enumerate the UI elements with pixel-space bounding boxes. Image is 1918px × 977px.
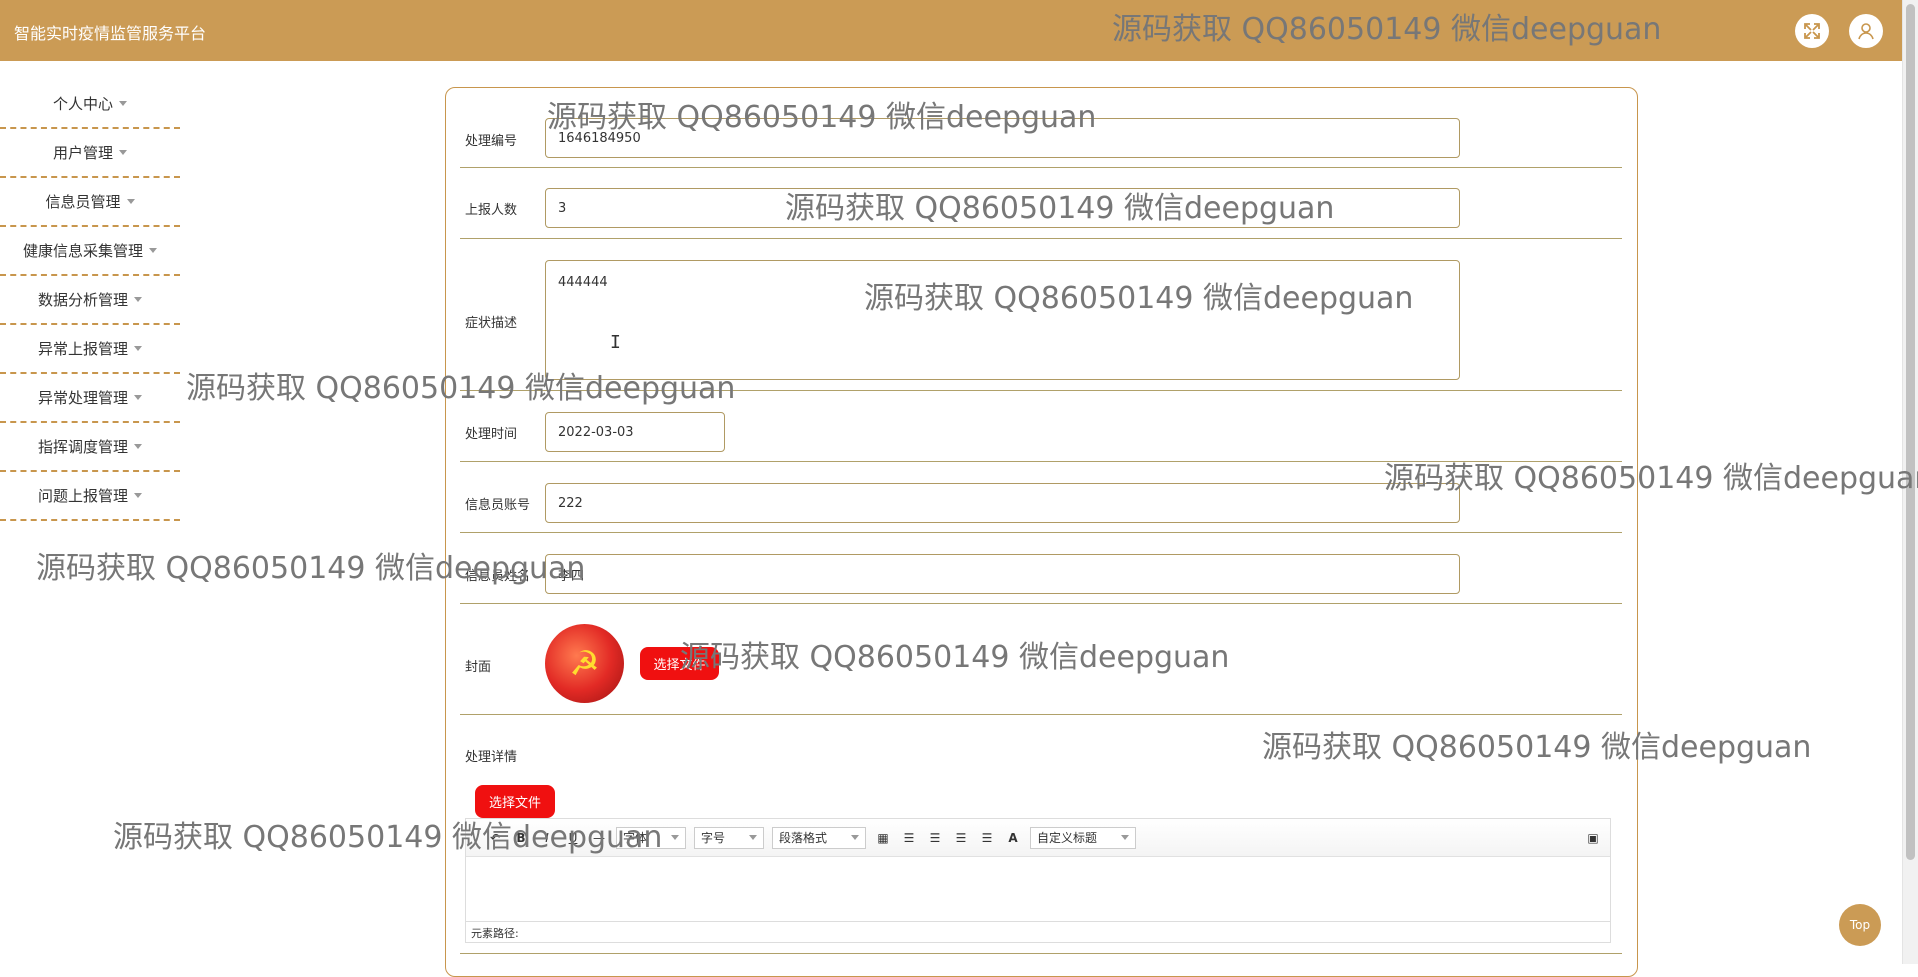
align-left-icon[interactable]: ☰: [900, 828, 918, 848]
sidebar-item-exception-report[interactable]: 异常上报管理: [0, 325, 180, 374]
sidebar-item-label: 健康信息采集管理: [22, 242, 143, 260]
chevron-down-icon: [149, 248, 157, 253]
chevron-down-icon: [1121, 835, 1130, 840]
chevron-down-icon: [119, 150, 127, 155]
sidebar-item-label: 指挥调度管理: [37, 438, 128, 456]
chevron-down-icon: [134, 297, 142, 302]
table-icon[interactable]: ▦: [874, 828, 892, 848]
paragraph-format-select[interactable]: 段落格式: [772, 826, 867, 849]
informant-name-field[interactable]: 李四: [545, 554, 1460, 594]
sidebar-item-analysis[interactable]: 数据分析管理: [0, 276, 180, 325]
scrollbar-thumb[interactable]: [1906, 4, 1915, 860]
sidebar-item-label: 异常处理管理: [37, 389, 128, 407]
sidebar: 个人中心 用户管理 信息员管理 健康信息采集管理 数据分析管理 异常上报管理 异…: [0, 80, 180, 521]
preview-icon[interactable]: ▣: [1584, 828, 1602, 848]
symptom-textarea[interactable]: 444444: [545, 260, 1460, 380]
processing-time-row: 处理时间 2022-03-03: [460, 391, 1622, 462]
sidebar-item-label: 信息员管理: [45, 193, 121, 211]
editor-content-area[interactable]: [466, 857, 1610, 921]
informant-account-label: 信息员账号: [465, 498, 531, 513]
italic-icon[interactable]: I: [538, 828, 556, 848]
font-size-select[interactable]: 字号: [694, 826, 765, 849]
processing-time-label: 处理时间: [465, 427, 518, 442]
sidebar-item-label: 个人中心: [52, 95, 113, 113]
sidebar-item-users[interactable]: 用户管理: [0, 129, 180, 178]
chevron-down-icon: [671, 835, 680, 840]
fullscreen-icon[interactable]: [1795, 14, 1829, 48]
symptom-row: 症状描述 444444: [460, 239, 1622, 391]
details-label: 处理详情: [465, 750, 518, 765]
editor-toolbar: ↶ B I U — 字体 字号 段落格式 ▦ ☰ ☰ ☰ ☰ A 自定义标题 ▣: [466, 819, 1610, 857]
sidebar-item-issue-report[interactable]: 问题上报管理: [0, 472, 180, 521]
sidebar-item-personal-center[interactable]: 个人中心: [0, 80, 180, 129]
text-cursor-icon: I: [610, 332, 621, 353]
bold-icon[interactable]: B: [512, 828, 530, 848]
informant-name-row: 信息员姓名 李四: [460, 533, 1622, 604]
chevron-down-icon: [126, 199, 135, 204]
underline-icon[interactable]: U: [564, 828, 582, 848]
symptom-label: 症状描述: [465, 316, 518, 331]
informant-name-label: 信息员姓名: [465, 569, 531, 584]
custom-title-select[interactable]: 自定义标题: [1030, 826, 1137, 849]
sidebar-item-health-data[interactable]: 健康信息采集管理: [0, 227, 180, 276]
sidebar-item-label: 数据分析管理: [37, 291, 128, 309]
cover-label: 封面: [465, 660, 492, 675]
cover-image: ☭: [545, 624, 624, 703]
sidebar-item-label: 用户管理: [52, 144, 113, 162]
reported-count-label: 上报人数: [465, 203, 518, 218]
reported-count-field[interactable]: 3: [545, 188, 1460, 228]
sidebar-item-command-dispatch[interactable]: 指挥调度管理: [0, 423, 180, 472]
undo-icon[interactable]: ↶: [486, 828, 504, 848]
rich-text-editor[interactable]: ↶ B I U — 字体 字号 段落格式 ▦ ☰ ☰ ☰ ☰ A 自定义标题 ▣…: [465, 818, 1611, 943]
align-center-icon[interactable]: ☰: [952, 828, 970, 848]
processing-number-field[interactable]: 1646184950: [545, 118, 1460, 158]
font-color-icon[interactable]: A: [1004, 828, 1022, 848]
back-to-top-button[interactable]: Top: [1839, 904, 1881, 946]
align-right-icon[interactable]: ☰: [926, 828, 944, 848]
chevron-down-icon: [749, 835, 758, 840]
user-icon[interactable]: [1849, 14, 1883, 48]
chevron-down-icon: [134, 395, 142, 400]
processing-number-label: 处理编号: [465, 134, 518, 149]
chevron-down-icon: [134, 444, 142, 449]
reported-count-row: 上报人数 3: [460, 168, 1622, 239]
informant-account-field[interactable]: 222: [545, 483, 1460, 523]
details-choose-file-button[interactable]: 选择文件: [475, 785, 555, 818]
editor-element-path: 元素路径:: [466, 921, 1610, 943]
app-title: 智能实时疫情监管服务平台: [14, 24, 207, 43]
page-scrollbar[interactable]: [1902, 0, 1918, 964]
processing-time-field[interactable]: 2022-03-03: [545, 412, 725, 452]
chevron-down-icon: [119, 101, 127, 106]
sidebar-item-label: 问题上报管理: [37, 487, 128, 505]
cover-choose-file-button[interactable]: 选择文件: [640, 647, 719, 680]
chevron-down-icon: [134, 346, 142, 351]
cover-row: 封面 ☭ 选择文件: [460, 604, 1622, 715]
processing-number-row: 处理编号 1646184950: [460, 101, 1622, 168]
sidebar-item-exception-processing[interactable]: 异常处理管理: [0, 374, 180, 423]
informant-account-row: 信息员账号 222: [460, 462, 1622, 533]
font-family-select[interactable]: 字体: [616, 826, 687, 849]
header-bar: 智能实时疫情监管服务平台: [0, 0, 1902, 61]
chevron-down-icon: [134, 493, 142, 498]
sidebar-item-label: 异常上报管理: [37, 340, 128, 358]
chevron-down-icon: [851, 835, 860, 840]
justify-icon[interactable]: ☰: [978, 828, 996, 848]
strikethrough-icon[interactable]: —: [590, 828, 608, 848]
sidebar-item-informants[interactable]: 信息员管理: [0, 178, 180, 227]
